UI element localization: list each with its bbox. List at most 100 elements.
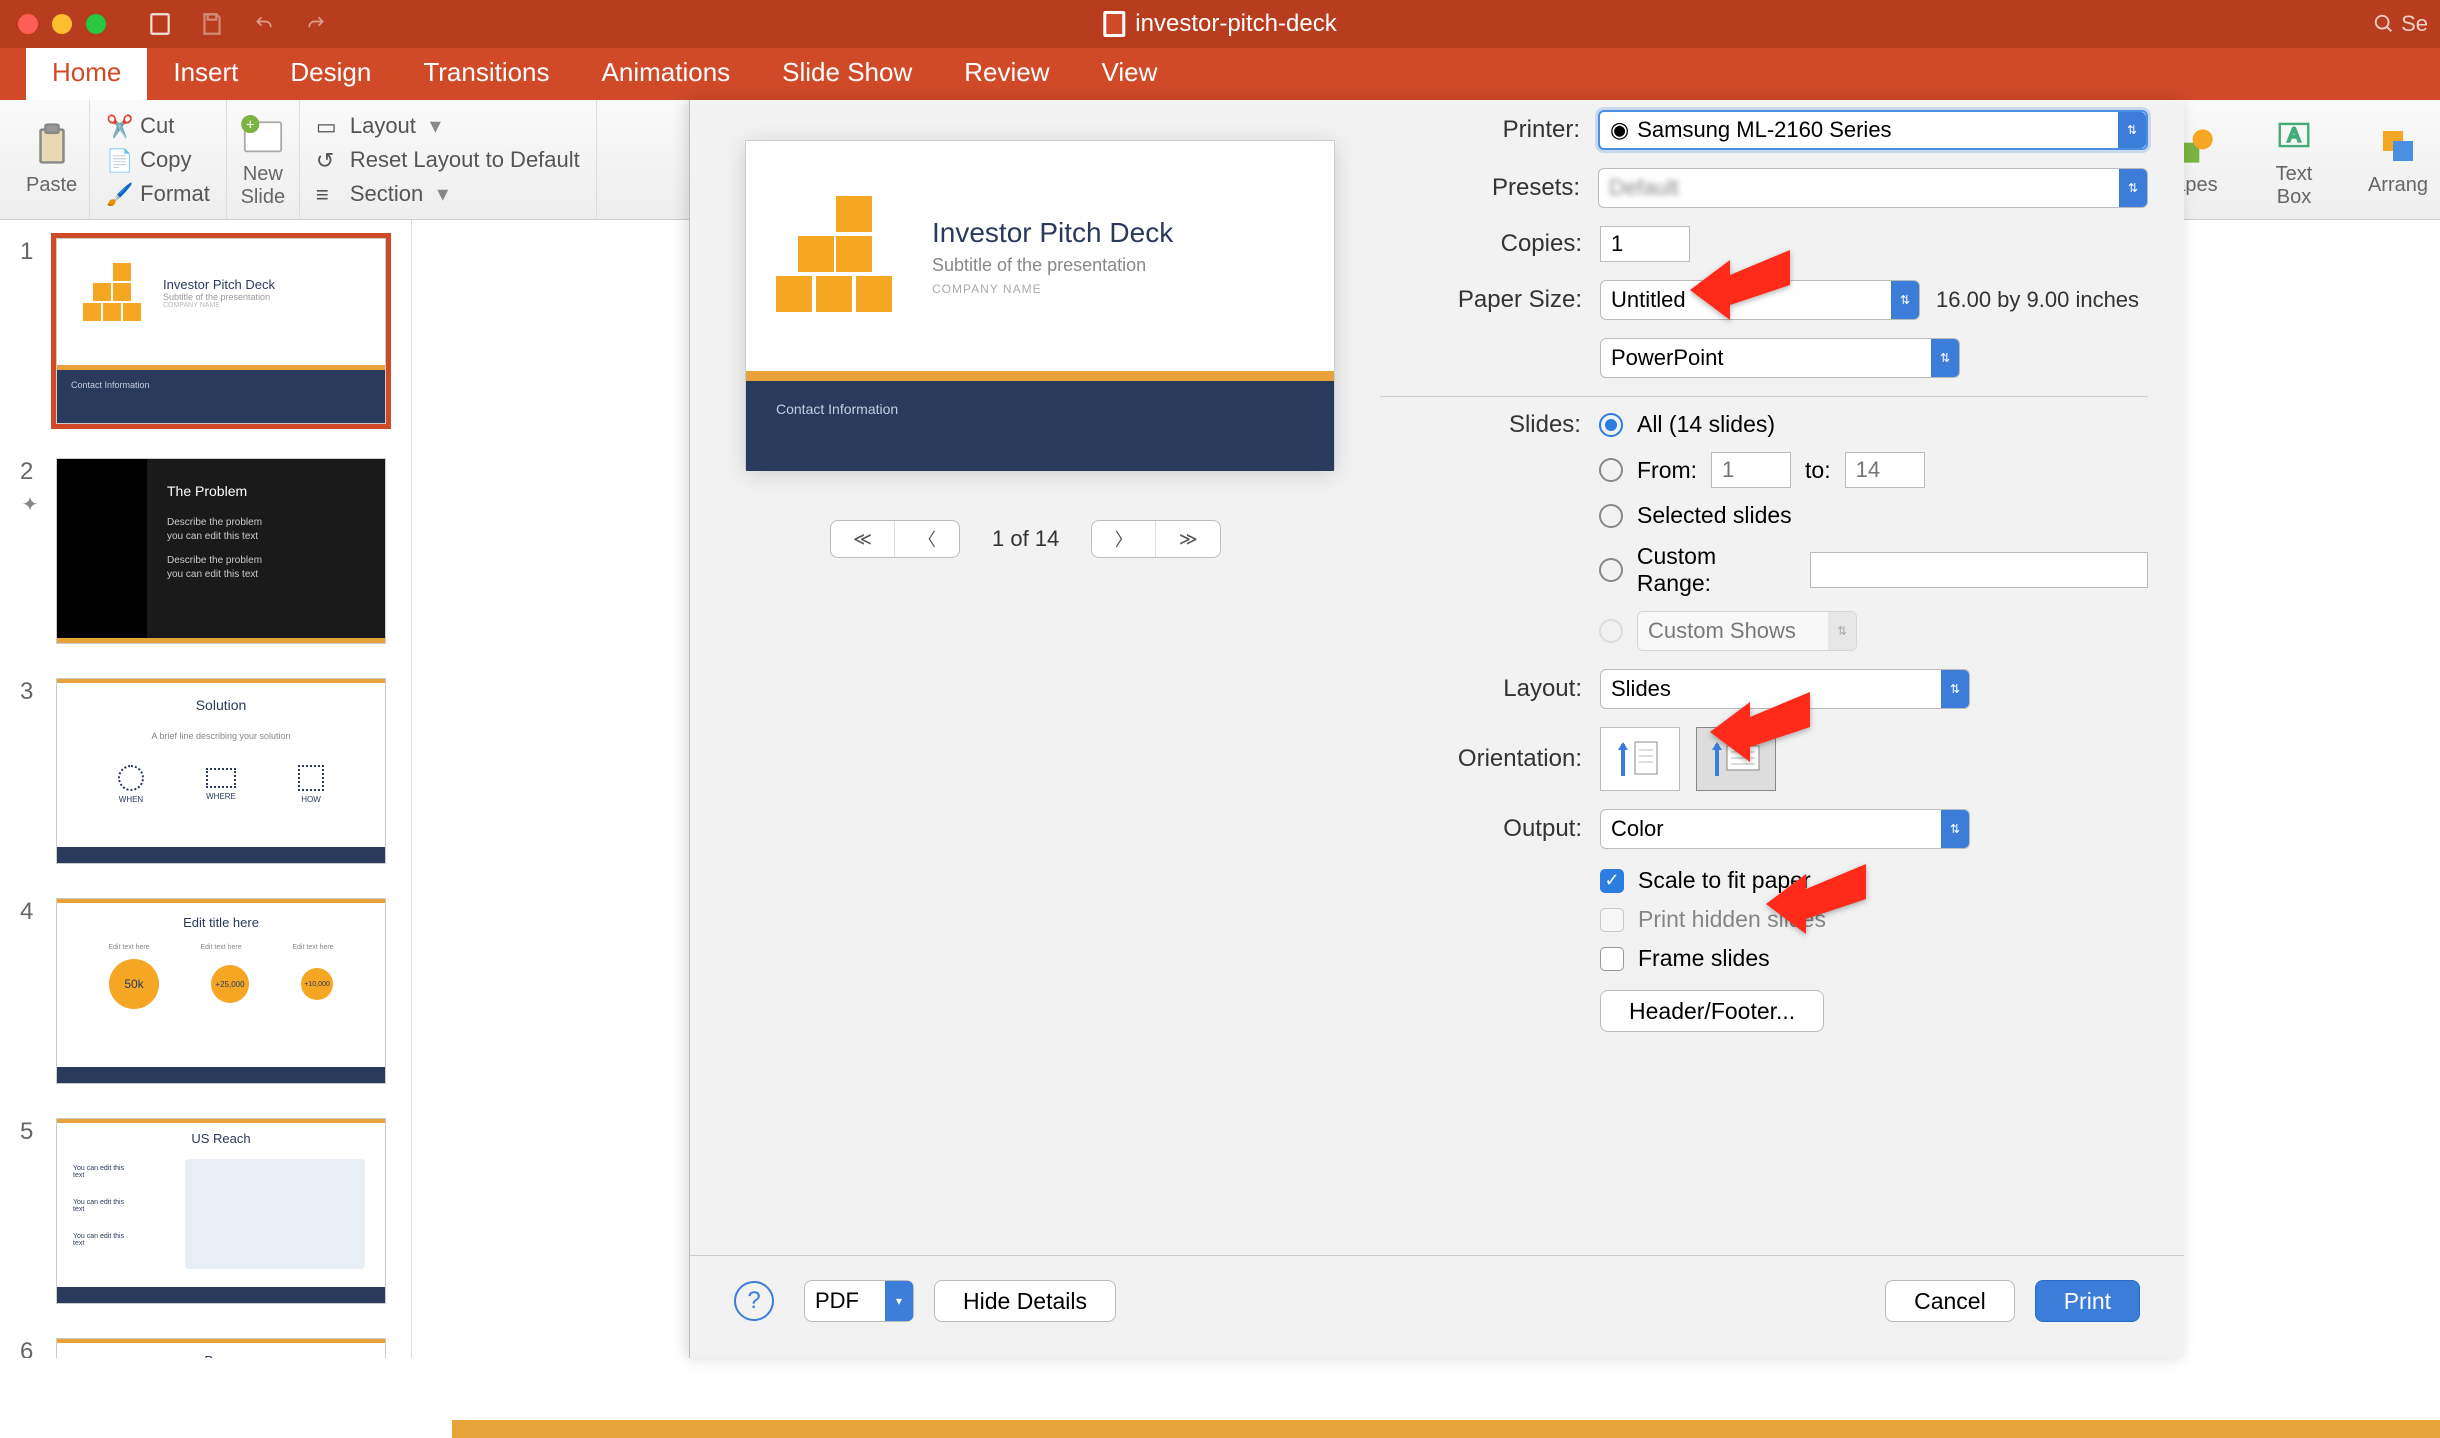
clipboard-icon	[28, 122, 76, 170]
qat-file-icon[interactable]	[146, 10, 174, 38]
new-slide-button[interactable]: + New Slide	[239, 111, 287, 209]
paper-size-label: Paper Size:	[1380, 286, 1600, 314]
hide-details-button[interactable]: Hide Details	[934, 1280, 1116, 1322]
preview-company: COMPANY NAME	[932, 282, 1173, 296]
svg-text:A: A	[2288, 125, 2301, 146]
format-painter-button[interactable]: 🖌️Format	[102, 179, 214, 209]
redo-icon[interactable]	[302, 10, 330, 38]
radio-custom-range[interactable]	[1599, 558, 1623, 582]
prev-page-button[interactable]: 〈	[895, 521, 959, 557]
presets-select[interactable]: Default ⇅	[1598, 168, 2148, 208]
tab-insert[interactable]: Insert	[147, 45, 264, 100]
search-box[interactable]: Se	[2373, 11, 2428, 37]
map-icon	[185, 1159, 365, 1269]
printer-label: Printer:	[1380, 116, 1598, 144]
help-button[interactable]: ?	[734, 1281, 774, 1321]
chevron-down-icon: ▾	[885, 1281, 913, 1321]
frame-slides-checkbox[interactable]	[1600, 947, 1624, 971]
custom-range-input[interactable]	[1810, 552, 2148, 588]
logo-blocks-icon	[776, 196, 906, 316]
paper-dimensions: 16.00 by 9.00 inches	[1936, 287, 2139, 313]
tab-slideshow[interactable]: Slide Show	[756, 45, 938, 100]
slide-thumbnail-4[interactable]: Edit title here Edit text here Edit text…	[56, 898, 386, 1084]
output-label: Output:	[1380, 815, 1600, 843]
presets-label: Presets:	[1380, 174, 1598, 202]
save-icon[interactable]	[198, 10, 226, 38]
header-footer-button[interactable]: Header/Footer...	[1600, 990, 1824, 1032]
minimize-window-icon[interactable]	[52, 14, 72, 34]
print-hidden-checkbox	[1600, 908, 1624, 932]
preview-navigation: ≪ 〈 1 of 14 〉 ≫	[830, 520, 1221, 558]
document-title-text: investor-pitch-deck	[1135, 10, 1336, 38]
to-input[interactable]	[1845, 452, 1925, 488]
last-page-button[interactable]: ≫	[1156, 521, 1220, 557]
slide-thumbnail-5[interactable]: US Reach You can edit this text You can …	[56, 1118, 386, 1304]
preview-footer: Contact Information	[746, 381, 1334, 471]
tab-animations[interactable]: Animations	[576, 45, 757, 100]
layout-icon: ▭	[316, 114, 340, 138]
animation-star-icon: ✦	[22, 492, 39, 517]
chevron-updown-icon: ⇅	[2119, 169, 2147, 207]
orientation-portrait-button[interactable]	[1600, 727, 1680, 791]
dialog-footer: ? PDF ▾ Hide Details Cancel Print	[690, 1255, 2184, 1322]
zoom-window-icon[interactable]	[86, 14, 106, 34]
section-icon: ≡	[316, 182, 340, 206]
radio-custom-shows	[1599, 619, 1623, 643]
pdf-dropdown[interactable]: PDF ▾	[804, 1280, 914, 1322]
undo-icon[interactable]	[250, 10, 278, 38]
copy-icon: 📄	[106, 148, 130, 172]
document-icon	[1103, 11, 1125, 37]
from-input[interactable]	[1711, 452, 1791, 488]
arrange-icon	[2374, 122, 2422, 170]
custom-shows-select: Custom Shows ⇅	[1637, 611, 1857, 651]
next-page-button[interactable]: 〉	[1092, 521, 1156, 557]
annotation-arrow-icon	[1710, 672, 1820, 762]
slide-thumbnail-1[interactable]: Investor Pitch Deck Subtitle of the pres…	[56, 238, 386, 424]
page-counter: 1 of 14	[992, 526, 1059, 552]
search-icon	[2373, 13, 2395, 35]
section-button[interactable]: ≡Section▾	[312, 179, 452, 209]
print-preview: Investor Pitch Deck Subtitle of the pres…	[745, 140, 1335, 470]
copies-input[interactable]	[1600, 226, 1690, 262]
chevron-updown-icon: ⇅	[1941, 670, 1969, 708]
tab-transitions[interactable]: Transitions	[397, 45, 575, 100]
title-bar: investor-pitch-deck Se	[0, 0, 2440, 48]
chevron-updown-icon: ⇅	[2118, 112, 2146, 148]
slide-thumbnail-panel[interactable]: 1 Investor Pitch Deck	[0, 220, 412, 1358]
chevron-updown-icon: ⇅	[1891, 281, 1919, 319]
reset-layout-button[interactable]: ↺Reset Layout to Default	[312, 145, 584, 175]
paste-button[interactable]: Paste	[26, 122, 77, 197]
copy-button[interactable]: 📄Copy	[102, 145, 195, 175]
tab-home[interactable]: Home	[26, 45, 147, 100]
print-button[interactable]: Print	[2035, 1280, 2140, 1322]
tab-review[interactable]: Review	[938, 45, 1075, 100]
chevron-updown-icon: ⇅	[1828, 612, 1856, 650]
layout-label: Layout:	[1380, 675, 1600, 703]
copies-label: Copies:	[1380, 230, 1600, 258]
paintbrush-icon: 🖌️	[106, 182, 130, 206]
text-box-button[interactable]: A Text Box	[2270, 111, 2318, 209]
arrange-button[interactable]: Arrang	[2368, 122, 2428, 197]
scale-to-fit-checkbox[interactable]: ✓	[1600, 869, 1624, 893]
thumb-number: 1	[20, 238, 40, 266]
slide-thumbnail-2[interactable]: The Problem Describe the problem you can…	[56, 458, 386, 644]
printer-select[interactable]: ◉ Samsung ML-2160 Series ⇅	[1598, 110, 2148, 150]
tab-view[interactable]: View	[1075, 45, 1183, 100]
annotation-arrow-icon	[1690, 230, 1800, 320]
tab-design[interactable]: Design	[264, 45, 397, 100]
radio-all-slides[interactable]	[1599, 413, 1623, 437]
radio-from-to[interactable]	[1599, 458, 1623, 482]
chevron-updown-icon: ⇅	[1941, 810, 1969, 848]
close-window-icon[interactable]	[18, 14, 38, 34]
slide-thumbnail-6[interactable]: Press	[56, 1338, 386, 1358]
quick-access-toolbar	[146, 10, 330, 38]
orientation-label: Orientation:	[1380, 745, 1600, 773]
cancel-button[interactable]: Cancel	[1885, 1280, 2015, 1322]
cut-button[interactable]: ✂️Cut	[102, 111, 178, 141]
output-select[interactable]: Color ⇅	[1600, 809, 1970, 849]
layout-button[interactable]: ▭Layout▾	[312, 111, 445, 141]
slide-thumbnail-3[interactable]: Solution A brief line describing your so…	[56, 678, 386, 864]
first-page-button[interactable]: ≪	[831, 521, 895, 557]
radio-selected-slides[interactable]	[1599, 504, 1623, 528]
app-options-select[interactable]: PowerPoint ⇅	[1600, 338, 1960, 378]
